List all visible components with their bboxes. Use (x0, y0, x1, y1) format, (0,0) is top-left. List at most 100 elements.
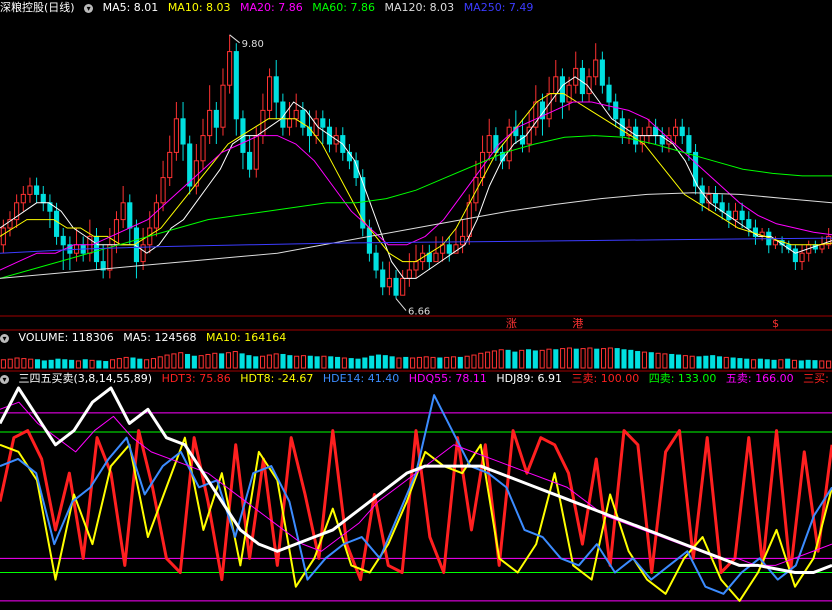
volume-bar (184, 353, 191, 369)
volume-bar (621, 349, 627, 369)
collapse-icon[interactable]: ▾ (84, 3, 94, 13)
volume-bar (253, 356, 259, 369)
candle-body (692, 151, 699, 187)
hdt3-label: HDT3: 75.86 (161, 372, 231, 385)
candle-body (227, 51, 233, 86)
collapse-icon[interactable]: ▾ (0, 333, 9, 343)
volume-ma5: MA5: 124568 (123, 331, 197, 344)
volume-bar (14, 357, 20, 369)
candle-body (772, 240, 778, 246)
volume-bar (7, 358, 13, 369)
volume-bar (144, 359, 150, 369)
volume-bar (491, 350, 497, 369)
volume-bar (819, 360, 825, 369)
candle-body (393, 277, 399, 296)
buy3-label: 三买: -100.0 (803, 372, 832, 385)
volume-bar (614, 348, 620, 369)
candle-body (167, 151, 173, 179)
volume-bar (109, 359, 116, 369)
volume-bar (669, 353, 675, 369)
volume-bar (28, 358, 34, 369)
candle-body (127, 202, 133, 229)
volume-bar (314, 356, 320, 369)
volume-bar (573, 348, 579, 369)
volume-bar (389, 356, 395, 369)
volume-bar (826, 360, 832, 369)
volume-bar (89, 359, 95, 369)
candle-body (613, 101, 619, 120)
volume-bar (48, 359, 54, 369)
volume-bar (778, 359, 784, 369)
volume-bar (307, 355, 313, 369)
volume-bar (191, 355, 197, 369)
candle-body (173, 118, 179, 153)
volume-ma10: MA10: 164164 (205, 331, 287, 344)
candle-body (366, 227, 372, 254)
candle-body (286, 118, 293, 128)
hdt3-line (0, 429, 832, 582)
volume-bar (130, 357, 136, 369)
high-pointer (229, 34, 240, 44)
volume-bar (55, 358, 61, 369)
volume-bar (723, 356, 729, 369)
volume-bar (539, 349, 545, 369)
hdq55-label: HDQ55: 78.11 (408, 372, 487, 385)
volume-bar (41, 360, 47, 369)
candle-body (486, 135, 492, 153)
candle-body (273, 76, 279, 103)
volume-bar (116, 358, 122, 369)
sell3-label: 三卖: 100.00 (571, 372, 640, 385)
volume-bar (696, 356, 702, 369)
volume-bar (587, 347, 593, 369)
volume-title: VOLUME: 118306 (18, 331, 114, 344)
volume-bar (703, 355, 709, 369)
volume-bar (137, 358, 143, 369)
sell5-label: 五卖: 166.00 (725, 372, 794, 385)
volume-bar (600, 348, 607, 369)
volume-bar (62, 359, 68, 369)
candle-body (40, 193, 46, 204)
volume-bar (355, 358, 361, 369)
candle-body (220, 84, 226, 128)
indicator-title[interactable]: 三四五买卖(3,8,14,55,89) (19, 372, 153, 385)
volume-bar (655, 352, 661, 369)
ma10-label: MA10: 8.03 (167, 1, 231, 14)
volume-bar (580, 348, 586, 369)
candle-body (553, 76, 559, 95)
volume-bar (266, 354, 272, 369)
ma60-label: MA60: 7.86 (312, 1, 375, 14)
candle-body (506, 126, 512, 162)
volume-bar (785, 358, 791, 369)
candle-body (386, 277, 392, 288)
collapse-icon[interactable]: ▾ (0, 374, 9, 384)
low-price-label: 6.66 (408, 307, 430, 318)
candle-body (320, 118, 326, 128)
candle-body (60, 235, 66, 246)
volume-bar (21, 358, 27, 369)
candle-body (413, 261, 419, 271)
volume-bar (710, 355, 716, 369)
candle-body (460, 235, 466, 246)
volume-bar (751, 359, 757, 369)
kline-chart[interactable]: 9.80 6.66 涨 港 $ (0, 0, 832, 610)
volume-bar (505, 349, 511, 369)
volume-bar (737, 358, 743, 369)
volume-bar (273, 353, 279, 369)
volume-bar (287, 355, 293, 369)
volume-bar (232, 351, 238, 369)
hdt8-line (0, 436, 832, 602)
candle-body (799, 252, 805, 263)
candle-body (400, 277, 406, 296)
candle-body (792, 248, 798, 263)
volume-bar (444, 356, 450, 369)
volume-bar (525, 349, 532, 369)
volume-bar (716, 356, 723, 369)
volume-header: ▾ VOLUME: 118306 MA5: 124568 MA10: 16416… (0, 330, 292, 346)
candle-body (466, 202, 472, 237)
volume-bar (757, 358, 763, 369)
indicator-header: ▾ 三四五买卖(3,8,14,55,89) HDT3: 75.86 HDT8: … (0, 371, 832, 387)
stock-title[interactable]: 深粮控股(日线) (0, 1, 75, 14)
volume-bar (300, 355, 307, 369)
candle-body (253, 135, 259, 170)
candle-body (380, 269, 386, 288)
